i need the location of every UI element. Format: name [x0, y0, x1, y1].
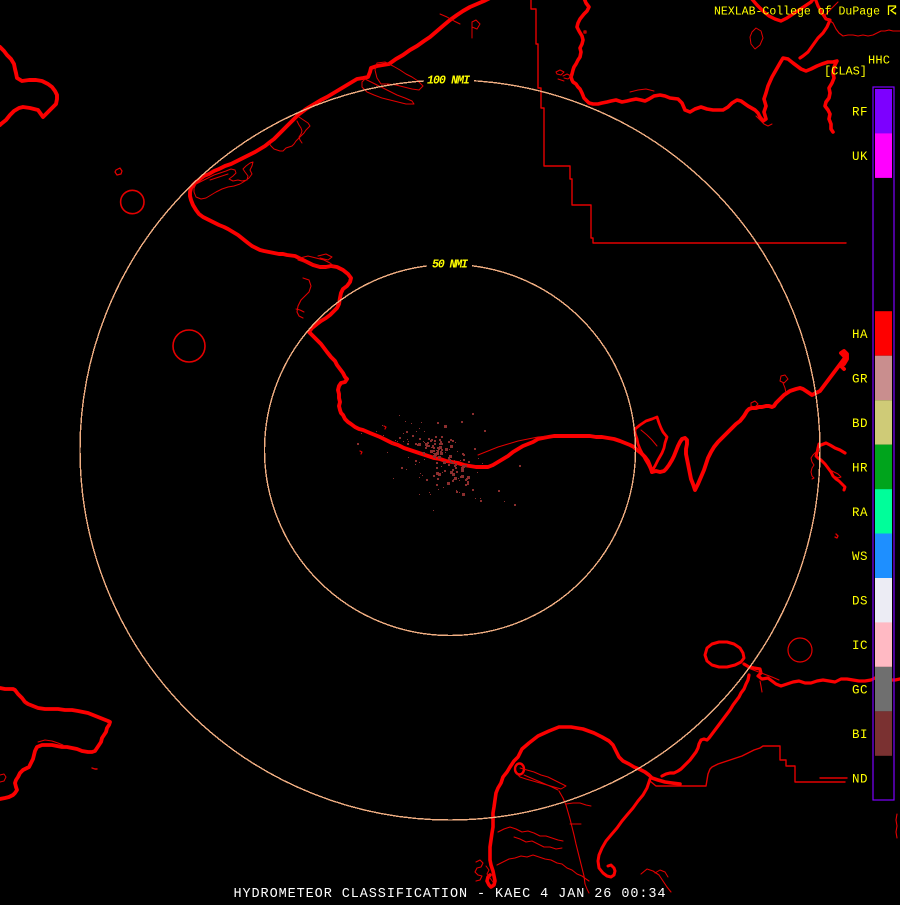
svg-text:HHC: HHC: [868, 54, 890, 68]
svg-text:HYDROMETEOR CLASSIFICATION - K: HYDROMETEOR CLASSIFICATION - KAEC 4 JAN …: [234, 887, 666, 900]
svg-text:NEXLAB-College of DuPage: NEXLAB-College of DuPage: [714, 6, 880, 19]
svg-text:100 NMI: 100 NMI: [427, 75, 470, 88]
svg-text:HA: HA: [852, 328, 868, 342]
svg-text:DS: DS: [852, 595, 868, 609]
svg-text:50 NMI: 50 NMI: [432, 259, 468, 272]
svg-text:RF: RF: [852, 106, 868, 120]
svg-text:ND: ND: [852, 773, 868, 787]
svg-text:BD: BD: [852, 417, 868, 431]
svg-text:GR: GR: [852, 372, 868, 386]
svg-text:HR: HR: [852, 461, 868, 475]
svg-text:WS: WS: [852, 550, 868, 564]
svg-text:RA: RA: [852, 506, 868, 520]
svg-text:[CLAS]: [CLAS]: [824, 65, 867, 79]
svg-text:BI: BI: [852, 728, 868, 742]
svg-text:UK: UK: [852, 150, 868, 164]
svg-text:IC: IC: [852, 639, 868, 653]
svg-text:GC: GC: [852, 684, 868, 698]
